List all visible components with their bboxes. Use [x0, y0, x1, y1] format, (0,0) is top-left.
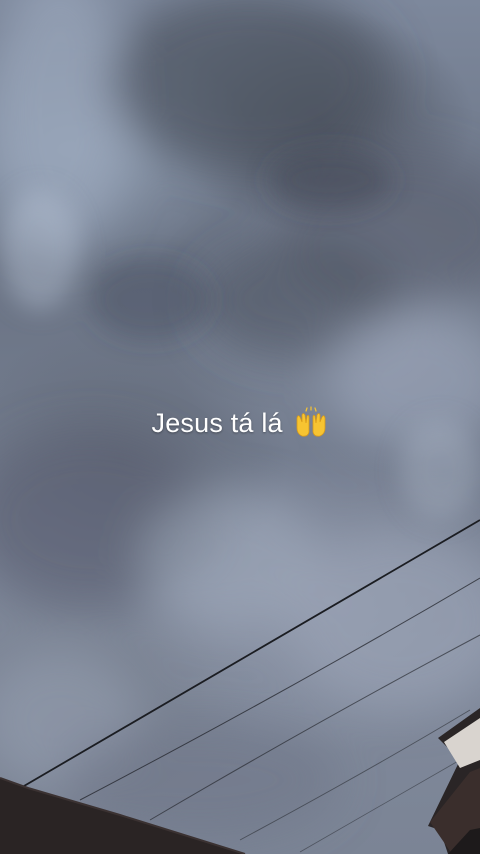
caption-text: Jesus tá lá	[151, 408, 283, 438]
caption: Jesus tá lá	[0, 406, 480, 439]
raising-hands-icon	[294, 406, 328, 438]
photo-frame: Jesus tá lá	[0, 0, 480, 854]
